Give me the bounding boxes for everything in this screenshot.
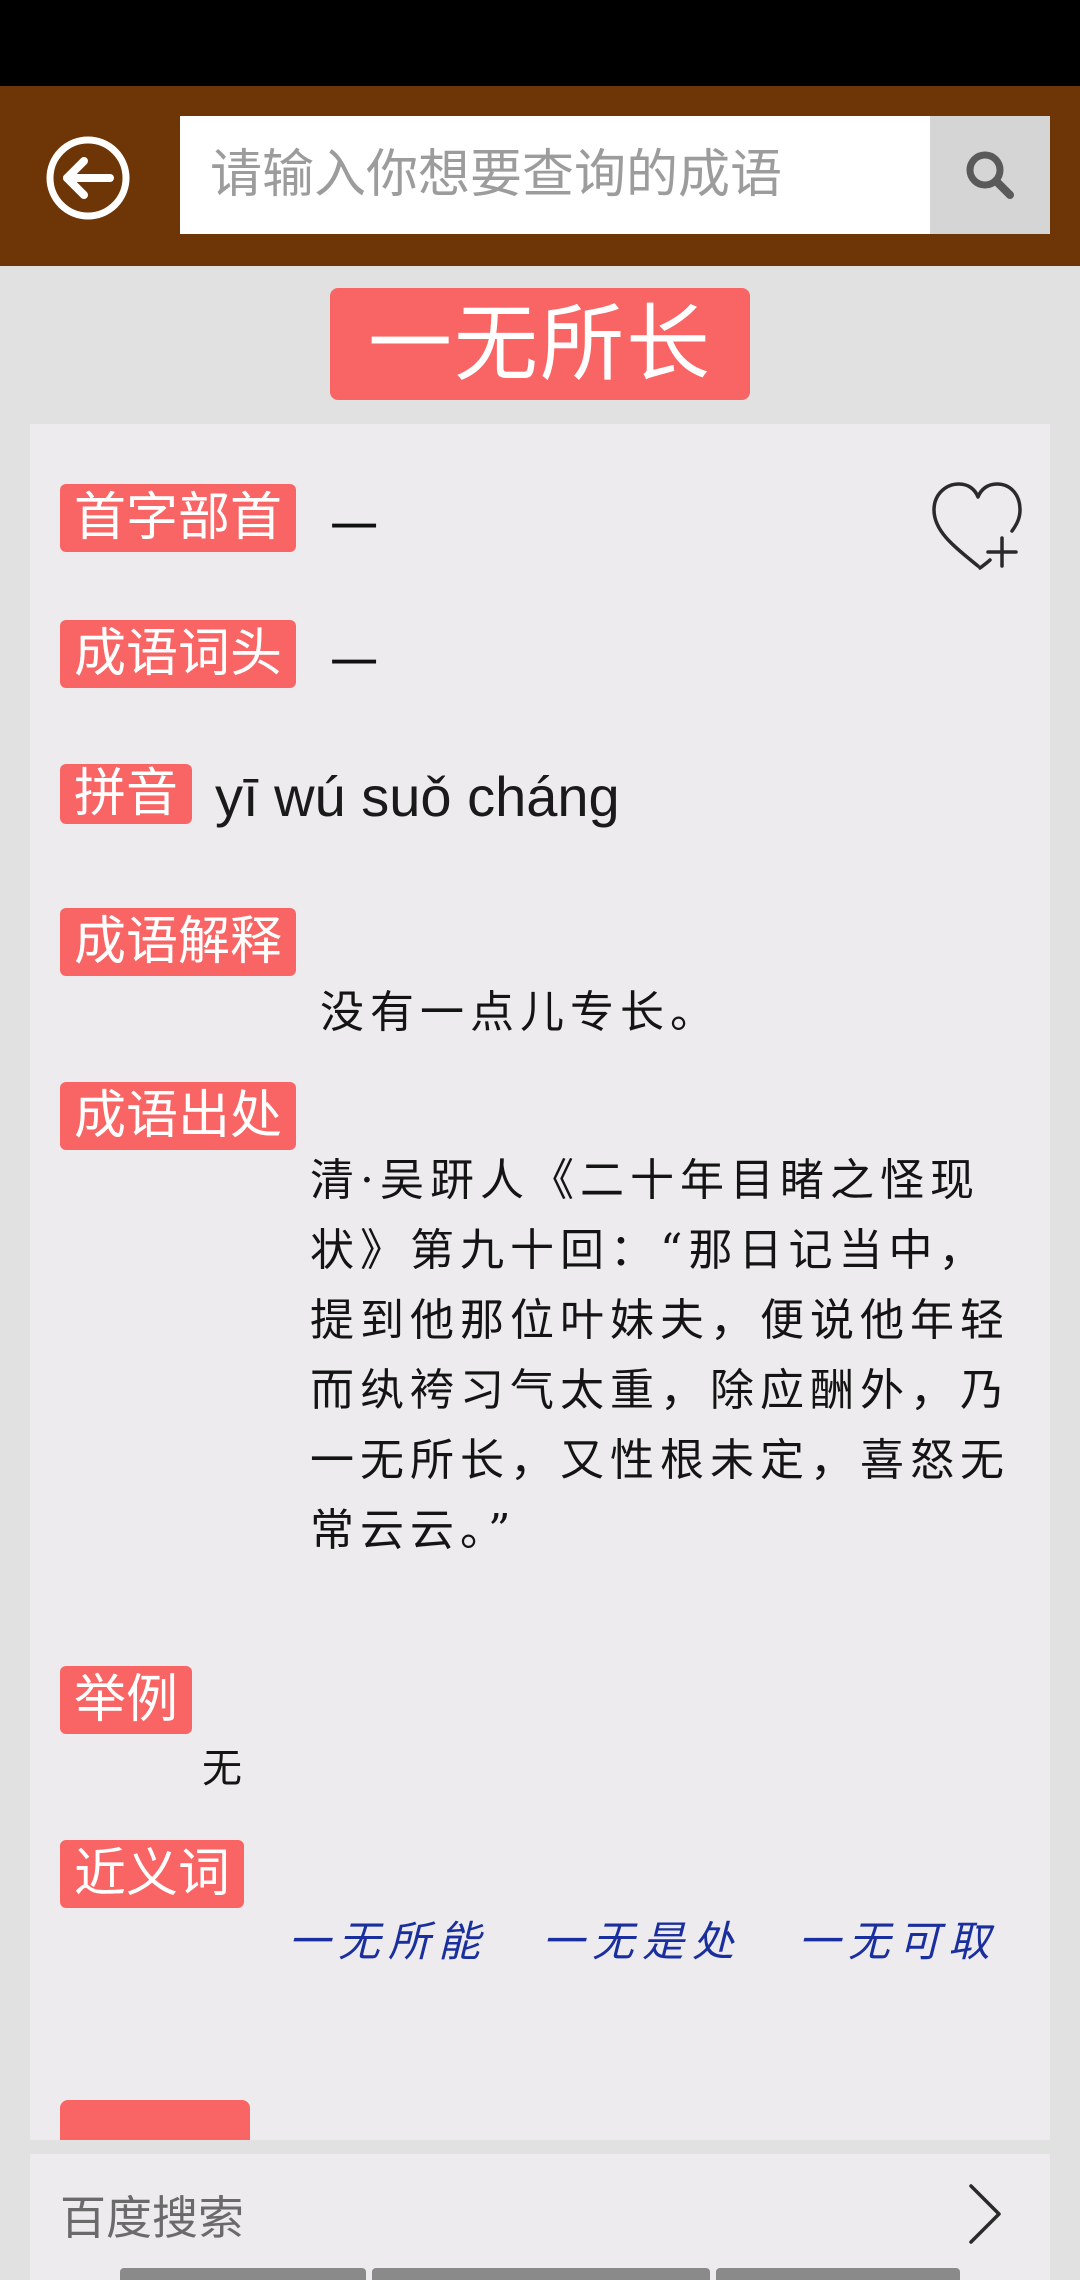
bottom-tab-peek — [120, 2268, 366, 2280]
head-char-label: 成语词头 — [60, 620, 297, 688]
explanation-label: 成语解释 — [60, 908, 297, 976]
status-bar — [0, 0, 1080, 86]
search-input[interactable] — [180, 116, 930, 234]
search-icon — [966, 151, 1014, 199]
example-value: 无 — [202, 1746, 248, 1792]
add-favorite-button[interactable] — [926, 476, 1026, 576]
source-label: 成语出处 — [60, 1082, 297, 1150]
back-button[interactable] — [40, 130, 136, 226]
pinyin-label: 拼音 — [60, 764, 193, 824]
example-label: 举例 — [60, 1666, 193, 1734]
app-header — [0, 86, 1080, 266]
explanation-value: 没有一点儿专长。 — [320, 987, 720, 1038]
next-section-label-peek — [60, 2100, 250, 2140]
synonym-link[interactable]: 一无可取 — [798, 1908, 998, 1969]
first-radical-label: 首字部首 — [60, 484, 297, 552]
synonym-link[interactable]: 一无是处 — [542, 1908, 742, 1969]
idiom-title: 一无所长 — [330, 288, 750, 400]
baidu-search-label: 百度搜索 — [60, 2191, 244, 2245]
synonym-link[interactable]: 一无所能 — [288, 1908, 488, 1969]
baidu-search-row[interactable]: 百度搜索 — [30, 2154, 1050, 2280]
search-box — [180, 116, 930, 234]
search-button[interactable] — [930, 116, 1050, 234]
synonyms-label: 近义词 — [60, 1840, 245, 1908]
idiom-detail-card: 首字部首 一 成语词头 一 拼音 yī wú suǒ cháng 成语解释 没有… — [30, 424, 1050, 2140]
head-char-value: 一 — [330, 636, 379, 692]
source-value: 清·吴趼人《二十年目睹之怪现状》第九十回：“那日记当中，提到他那位叶妹夫，便说他… — [310, 1155, 1010, 1556]
pinyin-value: yī wú suǒ cháng — [215, 765, 620, 828]
bottom-tab-peek — [716, 2268, 960, 2280]
first-radical-value: 一 — [330, 500, 379, 556]
heart-plus-icon — [932, 482, 1022, 570]
back-arrow-circle-icon — [46, 136, 130, 220]
bottom-tab-peek — [372, 2268, 710, 2280]
chevron-right-icon — [969, 2184, 1001, 2244]
